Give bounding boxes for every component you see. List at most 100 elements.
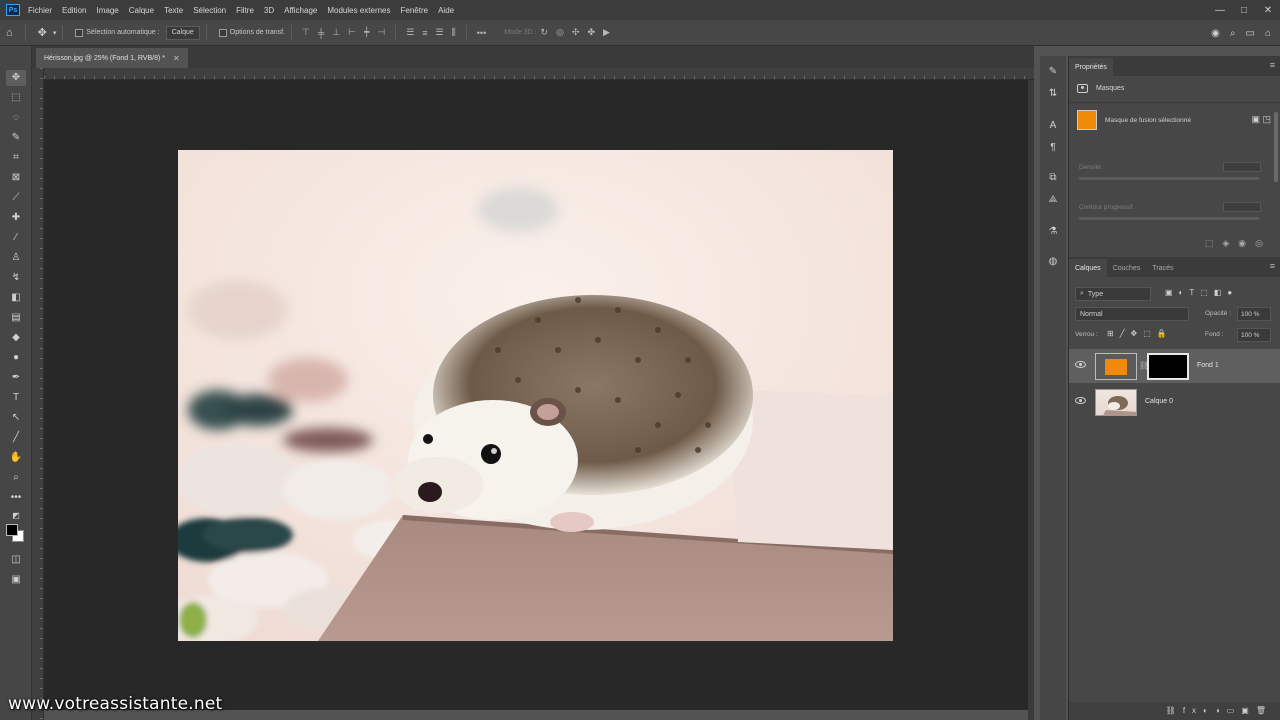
menu-image[interactable]: Image	[96, 6, 118, 15]
align-center-icon[interactable]: ┿	[364, 27, 369, 38]
align-top-icon[interactable]: ⊤	[302, 27, 310, 38]
crop-tool-icon[interactable]: ⌗	[6, 150, 26, 166]
menu-modules-externes[interactable]: Modules externes	[327, 6, 390, 15]
shape-tool-icon[interactable]: ╱	[6, 430, 26, 446]
workspace-icon[interactable]: ▭	[1246, 28, 1255, 39]
paragraph-icon[interactable]: ¶	[1044, 140, 1062, 156]
zoom-tool-icon[interactable]: ⌕	[6, 470, 26, 486]
pen-tool-icon[interactable]: ✒	[6, 370, 26, 386]
align-left-icon[interactable]: ⊢	[348, 27, 356, 38]
menu-3d[interactable]: 3D	[264, 6, 274, 15]
layers-footer-icons[interactable]: ⛓fx◐◑▭▣🗑	[1069, 702, 1280, 720]
history-brush-tool-icon[interactable]: ↯	[6, 270, 26, 286]
frame-tool-icon[interactable]: ⊠	[6, 170, 26, 186]
menu-aide[interactable]: Aide	[438, 6, 454, 15]
dodge-tool-icon[interactable]: ●	[6, 350, 26, 366]
layer-row-calque-0[interactable]: Calque 0	[1069, 385, 1280, 419]
layer-thumbnail[interactable]	[1095, 353, 1137, 380]
menu-filtre[interactable]: Filtre	[236, 6, 254, 15]
layer-filter-select[interactable]: ⌕ Type	[1075, 287, 1151, 301]
cloud-icon[interactable]: ⌂	[1265, 28, 1271, 39]
distribute-top-icon[interactable]: ☰	[406, 27, 414, 38]
healing-brush-tool-icon[interactable]: ✚	[6, 210, 26, 226]
quick-mask-icon[interactable]: ◫	[6, 552, 26, 568]
marquee-tool-icon[interactable]: ⬚	[6, 90, 26, 106]
layer-filter-icons[interactable]: ▣◐T⬚◧●	[1165, 288, 1238, 297]
tab-properties[interactable]: Propriétés	[1069, 58, 1113, 76]
screen-mode-icon[interactable]: ▣	[6, 572, 26, 588]
drag-3d-icon[interactable]: ✣	[572, 27, 580, 38]
gradient-tool-icon[interactable]: ▤	[6, 310, 26, 326]
tab-channels[interactable]: Couches	[1107, 259, 1147, 277]
menu-calque[interactable]: Calque	[129, 6, 154, 15]
type-tool-icon[interactable]: T	[6, 390, 26, 406]
chevron-down-icon[interactable]: ▾	[53, 29, 57, 37]
distribute-middle-icon[interactable]: ≡	[422, 28, 427, 38]
layer-name[interactable]: Fond 1	[1197, 362, 1219, 369]
libraries-icon[interactable]: ⚗	[1044, 224, 1062, 240]
transform-controls-checkbox[interactable]	[218, 28, 227, 37]
eyedropper-tool-icon[interactable]: ⟋	[6, 190, 26, 206]
close-icon[interactable]: ✕	[173, 54, 180, 63]
search-icon[interactable]: ⌕	[1230, 28, 1236, 39]
align-right-icon[interactable]: ⊣	[377, 27, 385, 38]
default-colors-icon[interactable]: ◩	[6, 508, 26, 524]
tab-paths[interactable]: Tracés	[1146, 259, 1179, 277]
slide-3d-icon[interactable]: ✤	[587, 27, 595, 38]
layer-name[interactable]: Calque 0	[1145, 398, 1173, 405]
maximize-button[interactable]: □	[1232, 5, 1256, 16]
hand-tool-icon[interactable]: ✋	[6, 450, 26, 466]
distribute-bottom-icon[interactable]: ☰	[436, 27, 444, 38]
fill-input[interactable]: 100 %	[1237, 328, 1271, 342]
character-icon[interactable]: A	[1044, 118, 1062, 134]
edit-toolbar-icon[interactable]: •••	[6, 490, 26, 506]
lasso-tool-icon[interactable]: ◌	[6, 110, 26, 126]
roll-3d-icon[interactable]: ◎	[556, 27, 564, 38]
visibility-eye-icon[interactable]	[1075, 397, 1086, 404]
document-scrollbar[interactable]	[1028, 80, 1034, 720]
mask-color-swatch[interactable]	[1077, 110, 1097, 130]
move-tool-icon[interactable]: ✥	[6, 70, 26, 86]
layer-thumbnail[interactable]	[1095, 389, 1137, 416]
panel-menu-icon[interactable]: ≡	[1270, 261, 1275, 271]
menu-fichier[interactable]: Fichier	[28, 6, 52, 15]
lock-icons[interactable]: ⊞╱✥⬚🔒	[1107, 329, 1173, 338]
blur-tool-icon[interactable]: ◆	[6, 330, 26, 346]
menu-affichage[interactable]: Affichage	[284, 6, 317, 15]
layer-row-fond-1[interactable]: ⛓ Fond 1	[1069, 349, 1280, 383]
density-slider[interactable]	[1079, 177, 1259, 180]
foreground-color-swatch[interactable]	[6, 524, 18, 536]
menu-texte[interactable]: Texte	[164, 6, 183, 15]
panel-menu-icon[interactable]: ≡	[1270, 60, 1275, 70]
menu-selection[interactable]: Sélection	[193, 6, 226, 15]
close-button[interactable]: ✕	[1256, 5, 1280, 16]
feather-input[interactable]	[1223, 202, 1261, 212]
add-vector-mask-icon[interactable]: ▣ ◳	[1251, 114, 1271, 125]
align-middle-icon[interactable]: ╪	[318, 28, 324, 38]
distribute-horizontal-icon[interactable]: ⫼	[452, 27, 456, 38]
auto-select-target-select[interactable]: Calque	[165, 25, 200, 40]
align-bottom-icon[interactable]: ⊥	[332, 27, 340, 38]
hedgehog-photo[interactable]	[178, 150, 893, 641]
visibility-eye-icon[interactable]	[1075, 361, 1086, 368]
more-options-icon[interactable]: •••	[477, 28, 486, 38]
brush-settings-icon[interactable]: ✎	[1044, 64, 1062, 80]
brush-tool-icon[interactable]: ⁄	[6, 230, 26, 246]
feather-slider[interactable]	[1079, 217, 1259, 220]
mask-actions[interactable]: ⬚◈◉◎	[1205, 238, 1272, 249]
photoshop-logo-icon[interactable]: Ps	[6, 4, 20, 16]
tab-layers[interactable]: Calques	[1069, 259, 1107, 277]
auto-select-checkbox[interactable]	[75, 28, 84, 37]
document-tab[interactable]: Hérisson.jpg @ 25% (Fond 1, RVB/8) * ✕	[36, 48, 188, 68]
layer-mask-thumbnail[interactable]	[1147, 353, 1189, 380]
clone-stamp-tool-icon[interactable]: ♙	[6, 250, 26, 266]
path-selection-tool-icon[interactable]: ↖	[6, 410, 26, 426]
adjustments-icon[interactable]: ⇅	[1044, 86, 1062, 102]
video-3d-icon[interactable]: ▶	[603, 27, 610, 38]
blend-mode-select[interactable]: Normal	[1075, 307, 1189, 321]
eraser-tool-icon[interactable]: ◧	[6, 290, 26, 306]
quick-selection-tool-icon[interactable]: ✎	[6, 130, 26, 146]
shapes-icon[interactable]: ◍	[1044, 254, 1062, 270]
minimize-button[interactable]: —	[1208, 5, 1232, 16]
menu-edition[interactable]: Edition	[62, 6, 86, 15]
